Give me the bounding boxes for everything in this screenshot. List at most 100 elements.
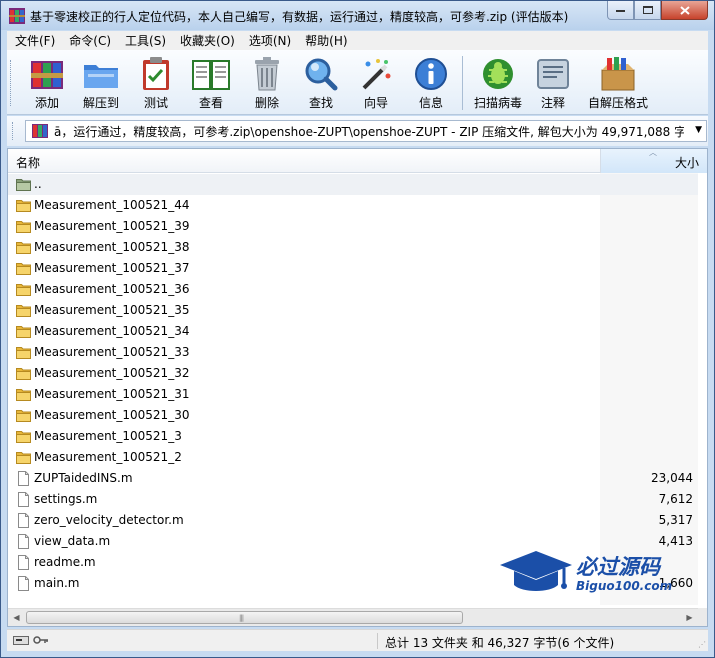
info-button[interactable]: 信息 <box>405 55 457 113</box>
view-label: 查看 <box>198 96 223 110</box>
folder-row[interactable]: Measurement_100521_3 <box>8 426 698 447</box>
winrar-app-icon[interactable] <box>9 8 25 24</box>
folder-row[interactable]: Measurement_100521_34 <box>8 321 698 342</box>
file-name: .. <box>34 177 42 191</box>
file-icon <box>16 576 32 591</box>
folder-icon <box>16 366 32 381</box>
delete-button[interactable]: 删除 <box>241 55 293 113</box>
toolbar: 添加 解压到 测试 查看 删除 查找 向导 信息 扫描病毒 注释 自解压格式 <box>7 50 708 115</box>
file-name: Measurement_100521_36 <box>34 282 190 296</box>
path-field[interactable]: ā，运行通过，精度较高，可参考.zip\openshoe-ZUPT\opensh… <box>25 120 707 142</box>
folder-row[interactable]: Measurement_100521_44 <box>8 195 698 216</box>
scroll-right-arrow-icon[interactable]: ▶ <box>681 609 698 626</box>
title-bar[interactable]: 基于零速校正的行人定位代码，本人自己编写，有数据，运行通过，精度较高，可参考.z… <box>1 1 714 30</box>
folder-row[interactable]: Measurement_100521_36 <box>8 279 698 300</box>
menu-favorites[interactable]: 收藏夹(O) <box>180 32 235 49</box>
menu-file[interactable]: 文件(F) <box>15 32 55 49</box>
maximize-button[interactable] <box>634 1 661 20</box>
folder-row[interactable]: Measurement_100521_33 <box>8 342 698 363</box>
key-icon[interactable] <box>33 634 49 646</box>
extract-folder-icon <box>84 65 118 88</box>
folder-row[interactable]: Measurement_100521_2 <box>8 447 698 468</box>
scroll-thumb-grip-icon: ||| <box>239 614 244 622</box>
file-row[interactable]: ZUPTaidedINS.m 23,044 <box>8 468 698 489</box>
find-button[interactable]: 查找 <box>295 55 347 113</box>
file-icon <box>16 555 32 570</box>
folder-row[interactable]: Measurement_100521_30 <box>8 405 698 426</box>
view-button[interactable]: 查看 <box>185 55 237 113</box>
toolbar-grip[interactable] <box>10 60 13 106</box>
sfx-box-icon <box>601 57 635 91</box>
file-name: Measurement_100521_30 <box>34 408 190 422</box>
test-label: 测试 <box>143 96 168 110</box>
resize-grip-icon[interactable]: ⋰ <box>698 640 706 649</box>
virus-scan-button[interactable]: 扫描病毒 <box>470 55 526 113</box>
biguo-watermark-logo: 必过源码 Biguo100.com <box>498 549 698 601</box>
sfx-button[interactable]: 自解压格式 <box>583 55 653 113</box>
file-row[interactable]: settings.m 7,612 <box>8 489 698 510</box>
folder-icon <box>16 282 32 297</box>
comment-button[interactable]: 注释 <box>527 55 579 113</box>
add-archive-icon <box>31 61 63 89</box>
folder-row[interactable]: Measurement_100521_38 <box>8 237 698 258</box>
folder-row[interactable]: Measurement_100521_39 <box>8 216 698 237</box>
graduation-cap-icon <box>500 551 572 591</box>
file-name: Measurement_100521_32 <box>34 366 190 380</box>
extract-button[interactable]: 解压到 <box>75 55 127 113</box>
address-grip[interactable] <box>12 122 15 140</box>
menu-tools[interactable]: 工具(S) <box>125 32 166 49</box>
watermark-title: 必过源码 <box>576 555 660 579</box>
scroll-thumb[interactable]: ||| <box>26 611 463 624</box>
close-icon <box>679 5 690 15</box>
file-name: Measurement_100521_38 <box>34 240 190 254</box>
sort-arrow-icon: ︿ <box>649 148 657 157</box>
folder-icon <box>16 450 32 465</box>
file-name: Measurement_100521_34 <box>34 324 190 338</box>
maximize-icon <box>642 6 653 14</box>
folder-row[interactable]: Measurement_100521_32 <box>8 363 698 384</box>
file-row[interactable]: zero_velocity_detector.m 5,317 <box>8 510 698 531</box>
parent-folder-row[interactable]: .. <box>8 174 698 195</box>
folder-icon <box>16 240 32 255</box>
path-dropdown-arrow-icon[interactable]: ▼ <box>695 125 702 135</box>
menu-help[interactable]: 帮助(H) <box>305 32 347 49</box>
delete-label: 删除 <box>254 96 279 110</box>
info-icon <box>415 58 447 90</box>
menu-options[interactable]: 选项(N) <box>249 32 291 49</box>
virus-bug-icon <box>483 59 513 89</box>
column-header-name[interactable]: 名称 <box>16 154 40 171</box>
toolbar-separator <box>462 56 463 110</box>
horizontal-scrollbar[interactable]: ◀ ||| ▶ <box>8 608 698 626</box>
test-button[interactable]: 测试 <box>130 55 182 113</box>
app-window: 基于零速校正的行人定位代码，本人自己编写，有数据，运行通过，精度较高，可参考.z… <box>0 0 715 658</box>
address-bar: ā，运行通过，精度较高，可参考.zip\openshoe-ZUPT\opensh… <box>7 116 708 146</box>
file-name: Measurement_100521_44 <box>34 198 190 212</box>
scroll-left-arrow-icon[interactable]: ◀ <box>8 609 25 626</box>
search-icon <box>305 58 338 91</box>
window-title: 基于零速校正的行人定位代码，本人自己编写，有数据，运行通过，精度较高，可参考.z… <box>30 10 569 24</box>
status-icons <box>13 634 49 646</box>
wizard-button[interactable]: 向导 <box>350 55 402 113</box>
folder-row[interactable]: Measurement_100521_31 <box>8 384 698 405</box>
minimize-button[interactable] <box>607 1 634 20</box>
add-button[interactable]: 添加 <box>21 55 73 113</box>
scroll-corner <box>698 608 707 626</box>
file-size: 23,044 <box>651 471 693 485</box>
wizard-label: 向导 <box>363 96 388 110</box>
file-name: Measurement_100521_33 <box>34 345 190 359</box>
folder-row[interactable]: Measurement_100521_37 <box>8 258 698 279</box>
path-text: ā，运行通过，精度较高，可参考.zip\openshoe-ZUPT\opensh… <box>54 124 684 139</box>
close-button[interactable] <box>661 1 708 20</box>
drive-icon[interactable] <box>13 634 29 646</box>
column-header-size[interactable]: ︿ 大小 <box>600 149 707 173</box>
file-name: readme.m <box>34 555 96 569</box>
folder-icon <box>16 429 32 444</box>
trash-icon <box>255 57 279 91</box>
file-name: ZUPTaidedINS.m <box>34 471 133 485</box>
status-separator <box>377 633 378 649</box>
file-name: view_data.m <box>34 534 111 548</box>
menu-commands[interactable]: 命令(C) <box>69 32 111 49</box>
view-book-icon <box>192 60 230 90</box>
folder-row[interactable]: Measurement_100521_35 <box>8 300 698 321</box>
file-size: 5,317 <box>658 513 693 527</box>
